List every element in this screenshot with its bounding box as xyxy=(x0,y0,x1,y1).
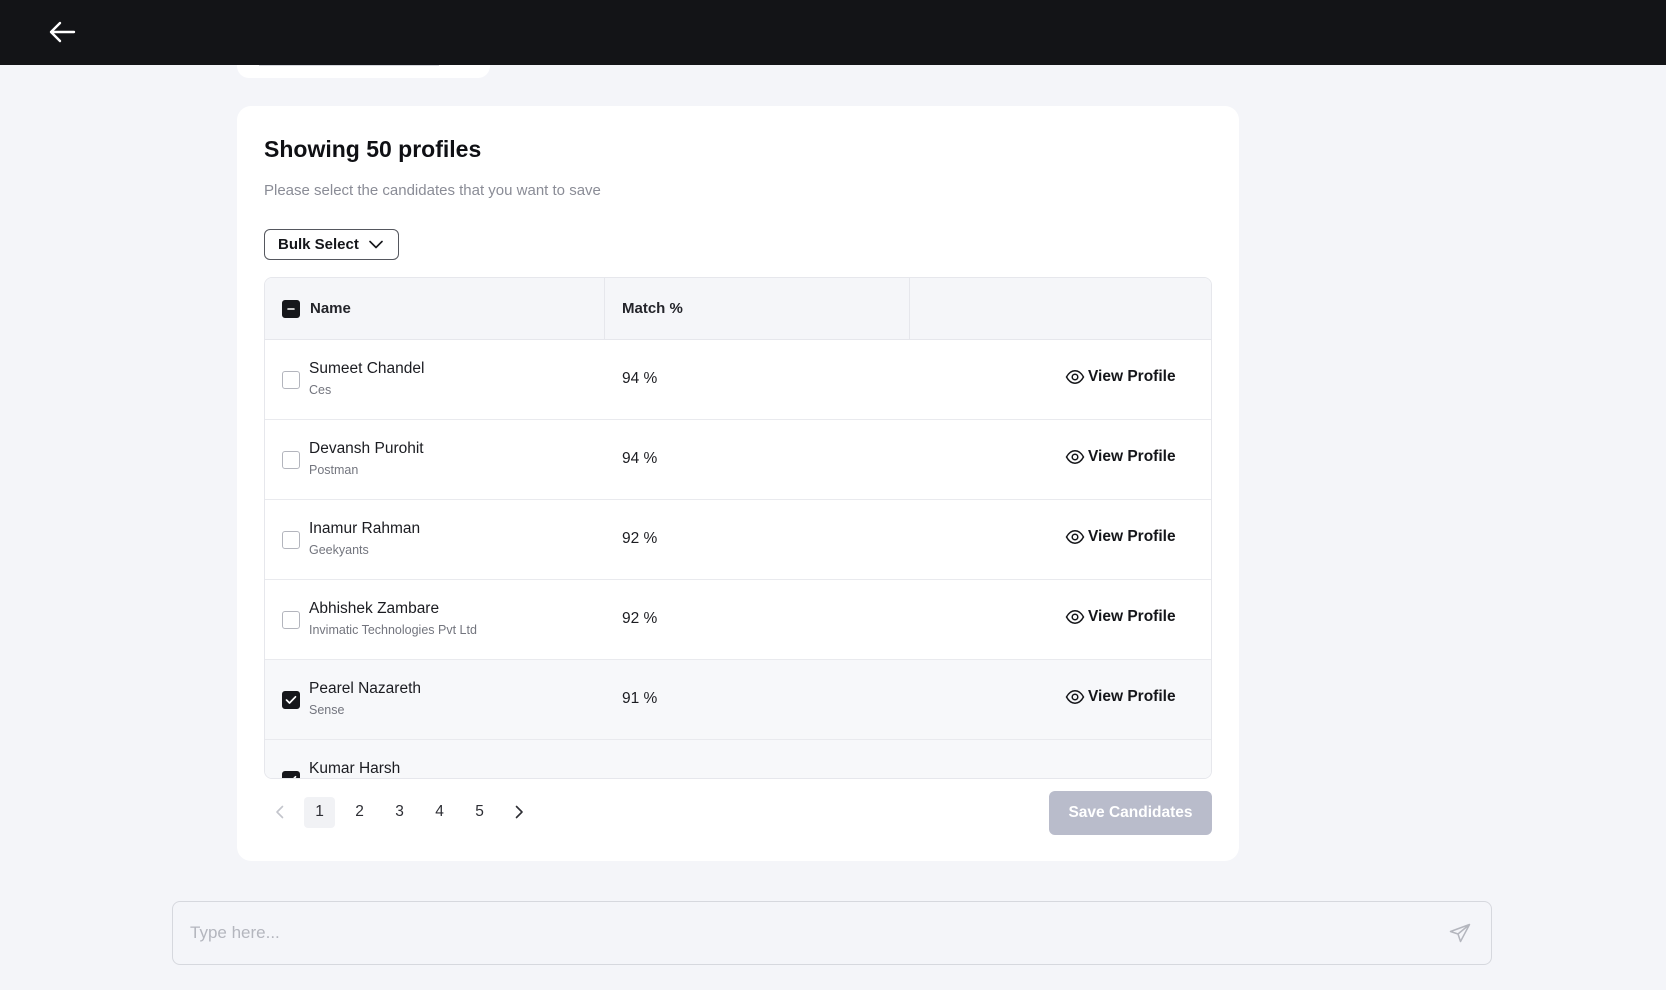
eye-icon xyxy=(1065,690,1085,704)
match-percent: 94 % xyxy=(622,450,658,467)
candidate-company: Sense xyxy=(309,703,345,717)
page-5-button[interactable]: 5 xyxy=(464,797,495,828)
candidate-name: Devansh Purohit xyxy=(309,440,424,457)
match-percent: 91 % xyxy=(622,690,658,707)
column-label-match: Match % xyxy=(622,300,683,317)
page-4-button[interactable]: 4 xyxy=(424,797,455,828)
bulk-select-label: Bulk Select xyxy=(278,236,359,253)
save-candidates-button[interactable]: Save Candidates xyxy=(1049,791,1212,835)
minus-icon xyxy=(287,307,295,310)
candidate-name: Pearel Nazareth xyxy=(309,680,422,697)
table-row: Devansh Purohit Postman 94 % View Profil… xyxy=(265,420,1211,500)
view-profile-button[interactable]: View Profile xyxy=(1065,368,1176,386)
chevron-right-icon xyxy=(515,805,523,819)
row-checkbox[interactable] xyxy=(282,531,300,549)
view-profile-button[interactable]: View Profile xyxy=(1065,448,1176,466)
check-icon xyxy=(285,695,297,704)
table-row: Sumeet Chandel Ces 94 % View Profile xyxy=(265,340,1211,420)
results-subtitle: Please select the candidates that you wa… xyxy=(264,182,601,199)
page-1-button[interactable]: 1 xyxy=(304,796,335,828)
view-profile-label: View Profile xyxy=(1088,528,1176,545)
row-checkbox[interactable] xyxy=(282,451,300,469)
results-title: Showing 50 profiles xyxy=(264,136,482,162)
view-profile-label: View Profile xyxy=(1088,368,1176,385)
candidate-company: Ces xyxy=(309,383,332,397)
match-percent: 94 % xyxy=(622,370,658,387)
row-checkbox[interactable] xyxy=(282,771,300,778)
view-profile-button[interactable]: View Profile xyxy=(1065,608,1176,626)
column-header-name: Name xyxy=(265,278,605,339)
candidate-name: Abhishek Zambare xyxy=(309,600,440,617)
prev-page-button[interactable] xyxy=(264,797,295,828)
table-header: Name Match % xyxy=(265,278,1211,340)
back-button[interactable] xyxy=(46,18,78,46)
match-percent: 92 % xyxy=(622,610,658,627)
candidate-company: Geekyants xyxy=(309,543,369,557)
column-label-name: Name xyxy=(310,300,351,317)
view-profile-label: View Profile xyxy=(1088,608,1176,625)
table-row: Pearel Nazareth Sense 91 % View Profile xyxy=(265,660,1211,740)
candidate-company: Postman xyxy=(309,463,359,477)
table-row: Inamur Rahman Geekyants 92 % View Profil… xyxy=(265,500,1211,580)
column-header-actions xyxy=(910,278,1211,339)
eye-icon xyxy=(1065,450,1085,464)
row-checkbox[interactable] xyxy=(282,371,300,389)
chat-input[interactable] xyxy=(173,902,1433,964)
next-page-button[interactable] xyxy=(504,797,535,828)
candidates-table: Name Match % Sumeet Chandel Ces 94 % Vie… xyxy=(264,277,1212,779)
candidate-name: Kumar Harsh xyxy=(309,760,401,777)
candidate-name: Inamur Rahman xyxy=(309,520,421,537)
chat-input-bar xyxy=(172,901,1492,965)
row-checkbox[interactable] xyxy=(282,691,300,709)
column-header-match: Match % xyxy=(605,278,910,339)
send-button[interactable] xyxy=(1447,921,1473,945)
page-3-button[interactable]: 3 xyxy=(384,797,415,828)
view-profile-button[interactable]: View Profile xyxy=(1065,688,1176,706)
arrow-left-icon xyxy=(49,21,76,43)
bulk-select-dropdown[interactable]: Bulk Select xyxy=(264,229,399,260)
view-profile-label: View Profile xyxy=(1088,448,1176,465)
check-icon xyxy=(293,775,297,778)
table-row: Kumar Harsh xyxy=(265,740,1211,778)
candidate-results-card: Showing 50 profiles Please select the ca… xyxy=(237,106,1239,861)
view-profile-button[interactable]: View Profile xyxy=(1065,528,1176,546)
candidate-name: Sumeet Chandel xyxy=(309,360,425,377)
send-icon xyxy=(1449,923,1471,943)
match-percent: 92 % xyxy=(622,530,658,547)
divider xyxy=(259,65,439,66)
view-profile-label: View Profile xyxy=(1088,688,1176,705)
row-checkbox[interactable] xyxy=(282,611,300,629)
eye-icon xyxy=(1065,370,1085,384)
previous-card-edge xyxy=(237,65,490,78)
top-bar xyxy=(0,0,1666,65)
chevron-left-icon xyxy=(276,805,284,819)
candidate-company: Invimatic Technologies Pvt Ltd xyxy=(309,623,477,637)
pagination: 1 2 3 4 5 xyxy=(264,796,544,828)
table-row: Abhishek Zambare Invimatic Technologies … xyxy=(265,580,1211,660)
eye-icon xyxy=(1065,530,1085,544)
select-all-checkbox[interactable] xyxy=(282,299,300,318)
eye-icon xyxy=(1065,610,1085,624)
chevron-down-icon xyxy=(369,240,383,249)
page-2-button[interactable]: 2 xyxy=(344,797,375,828)
